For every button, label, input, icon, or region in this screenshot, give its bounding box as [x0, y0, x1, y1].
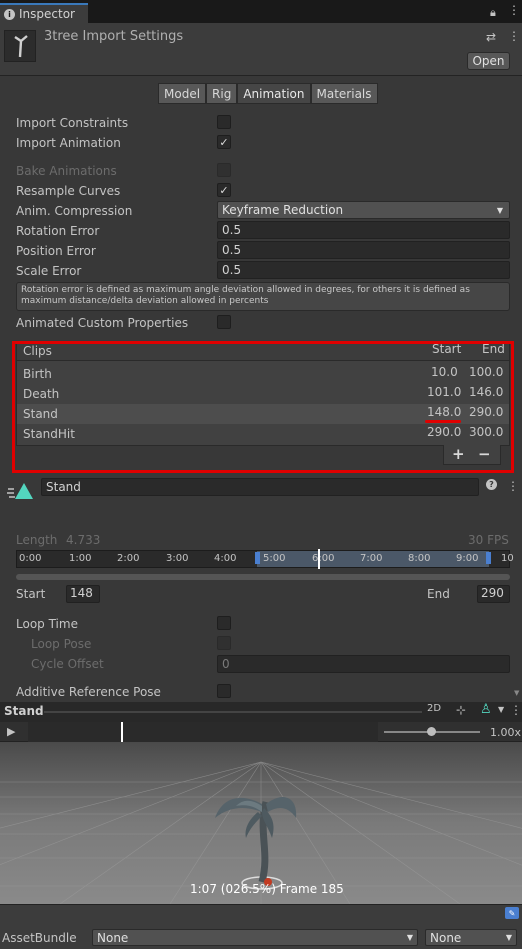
settings-sliders-icon[interactable]: ⇄ — [486, 30, 496, 44]
assetbundle-value: None — [97, 930, 129, 945]
resample-curves-checkbox[interactable]: ✓ — [217, 183, 231, 197]
more-icon[interactable]: ⋮ — [508, 29, 520, 43]
animated-custom-properties-label: Animated Custom Properties — [16, 316, 189, 330]
assetbundle-dropdown[interactable]: None ▼ — [92, 929, 418, 946]
info-icon: i — [4, 8, 15, 20]
chevron-down-icon: ▼ — [496, 205, 503, 215]
preview-status: 1:07 (026.5%) Frame 185 — [190, 882, 344, 896]
more-icon[interactable]: ⋮ — [510, 703, 522, 717]
rotation-error-field[interactable]: 0.5 — [217, 221, 510, 239]
additive-reference-pose-checkbox[interactable] — [217, 684, 231, 698]
tick-9: 9:00 — [456, 553, 479, 564]
more-icon[interactable]: ⋮ — [507, 479, 519, 493]
pivot-icon[interactable]: ⊹ — [456, 703, 466, 717]
start-label: Start — [16, 587, 46, 601]
position-error-field[interactable]: 0.5 — [217, 241, 510, 259]
import-constraints-checkbox[interactable] — [217, 115, 231, 129]
tick-2: 2:00 — [117, 553, 140, 564]
tick-0: 0:00 — [19, 553, 42, 564]
additive-reference-pose-label: Additive Reference Pose — [16, 685, 161, 699]
rotation-error-label: Rotation Error — [16, 224, 100, 238]
preview-scrubber[interactable] — [28, 722, 378, 742]
tick-3: 3:00 — [166, 553, 189, 564]
speed-value: 1.00x — [490, 726, 522, 739]
assetbundle-variant-dropdown[interactable]: None ▼ — [425, 929, 517, 946]
loop-time-checkbox[interactable] — [217, 616, 231, 630]
tick-8: 8:00 — [408, 553, 431, 564]
assetbundle-label: AssetBundle — [2, 931, 77, 945]
divider — [0, 75, 522, 76]
chevron-down-icon: ▼ — [505, 933, 512, 942]
preview-title: Stand — [4, 704, 44, 718]
animation-clip-icon — [6, 481, 34, 504]
length-value: 4.733 — [66, 533, 101, 547]
label-tag-icon[interactable]: ✎ — [505, 907, 519, 919]
tick-10: 10 — [501, 553, 514, 564]
import-constraints-label: Import Constraints — [16, 116, 129, 130]
tab-animation[interactable]: Animation — [237, 83, 311, 104]
tick-5: 5:00 — [263, 553, 286, 564]
animated-custom-properties-checkbox[interactable] — [217, 315, 231, 329]
position-error-label: Position Error — [16, 244, 96, 258]
start-marker[interactable] — [255, 552, 260, 564]
anim-compression-value: Keyframe Reduction — [222, 203, 344, 217]
anim-compression-dropdown[interactable]: Keyframe Reduction ▼ — [217, 201, 510, 219]
playhead[interactable] — [318, 549, 320, 569]
open-button[interactable]: Open — [467, 52, 510, 70]
end-field[interactable]: 290 — [477, 585, 510, 603]
import-animation-label: Import Animation — [16, 136, 121, 150]
preview-viewport[interactable]: 1:07 (026.5%) Frame 185 — [0, 742, 522, 904]
play-icon[interactable]: ▶ — [7, 725, 15, 738]
scale-error-field[interactable]: 0.5 — [217, 261, 510, 279]
speed-slider-thumb[interactable] — [427, 727, 436, 736]
loop-pose-checkbox — [217, 636, 231, 650]
anim-compression-label: Anim. Compression — [16, 204, 133, 218]
tab-label: Inspector — [19, 7, 75, 21]
model-icon — [4, 30, 36, 62]
2d-toggle[interactable]: 2D — [427, 703, 441, 714]
bake-animations-checkbox — [217, 163, 231, 177]
scale-error-label: Scale Error — [16, 264, 82, 278]
menu-dots-icon[interactable]: ⋮ — [508, 3, 520, 17]
tick-7: 7:00 — [360, 553, 383, 564]
help-icon[interactable]: ? — [486, 479, 497, 490]
highlight-box — [12, 341, 514, 473]
tab-inspector[interactable]: i Inspector — [0, 3, 88, 23]
tab-model[interactable]: Model — [158, 83, 207, 104]
lock-icon[interactable]: 🔒︎ — [490, 6, 496, 20]
length-label: Length — [16, 533, 58, 547]
cycle-offset-field: 0 — [217, 655, 510, 673]
preview-drag-bar[interactable] — [44, 711, 422, 713]
bake-animations-label: Bake Animations — [16, 164, 117, 178]
fps-label: 30 FPS — [468, 533, 509, 547]
clip-timeline[interactable]: 0:00 1:00 2:00 3:00 4:00 5:00 6:00 7:00 … — [16, 549, 514, 569]
tick-6: 6:00 — [312, 553, 335, 564]
importer-tabs: Model Rig Animation Materials — [158, 83, 378, 104]
assetbundle-variant-value: None — [430, 930, 462, 945]
end-marker[interactable] — [486, 552, 491, 564]
cycle-offset-label: Cycle Offset — [31, 657, 104, 671]
help-box: Rotation error is defined as maximum ang… — [16, 282, 510, 311]
tick-4: 4:00 — [214, 553, 237, 564]
loop-time-label: Loop Time — [16, 617, 78, 631]
clip-name-field[interactable]: Stand — [41, 478, 479, 496]
chevron-down-icon[interactable]: ▼ — [498, 705, 504, 714]
import-animation-checkbox[interactable]: ✓ — [217, 135, 231, 149]
start-field[interactable]: 148 — [66, 585, 100, 603]
tick-1: 1:00 — [69, 553, 92, 564]
resample-curves-label: Resample Curves — [16, 184, 121, 198]
loop-pose-label: Loop Pose — [31, 637, 92, 651]
end-label: End — [427, 587, 450, 601]
chevron-down-icon: ▼ — [406, 933, 413, 942]
preview-playhead[interactable] — [121, 722, 123, 742]
avatar-icon[interactable]: ♙ — [480, 702, 492, 717]
timeline-scrollbar[interactable] — [16, 574, 510, 580]
tab-rig[interactable]: Rig — [206, 83, 238, 104]
tab-materials[interactable]: Materials — [310, 83, 378, 104]
scroll-down-icon[interactable]: ▼ — [514, 689, 519, 697]
page-title: 3tree Import Settings — [44, 29, 184, 44]
